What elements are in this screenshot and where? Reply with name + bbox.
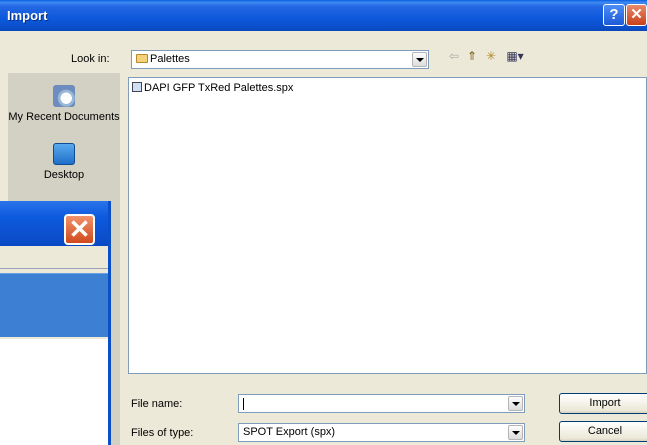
help-button[interactable]: ? xyxy=(603,4,625,26)
background-window-content xyxy=(0,339,108,445)
desktop-icon xyxy=(53,143,75,165)
chevron-down-icon[interactable] xyxy=(508,396,523,411)
place-recent-documents[interactable]: My Recent Documents xyxy=(8,85,120,124)
background-window: ✕ xyxy=(0,201,111,445)
views-menu-icon[interactable]: ▦▾ xyxy=(502,48,528,64)
file-name: DAPI GFP TxRed Palettes.spx xyxy=(144,82,294,94)
import-button[interactable]: Import xyxy=(559,393,647,414)
back-icon[interactable]: ⇦ xyxy=(446,48,462,64)
divider xyxy=(0,268,108,269)
file-name-label: File name: xyxy=(131,398,183,410)
chevron-down-icon[interactable] xyxy=(508,425,523,440)
cancel-button[interactable]: Cancel xyxy=(559,421,647,442)
title-bar[interactable]: Import ? ✕ xyxy=(0,0,647,31)
place-label: My Recent Documents xyxy=(8,111,120,123)
look-in-label: Look in: xyxy=(71,53,110,65)
files-of-type-label: Files of type: xyxy=(131,427,194,439)
close-button[interactable]: ✕ xyxy=(626,4,647,26)
text-cursor xyxy=(243,398,244,410)
background-window-close-button[interactable]: ✕ xyxy=(64,214,95,245)
look-in-value: Palettes xyxy=(136,53,190,65)
files-of-type-value: SPOT Export (spx) xyxy=(243,426,336,438)
place-desktop[interactable]: Desktop xyxy=(8,143,120,182)
background-window-panel xyxy=(0,273,108,337)
dialog-title: Import xyxy=(7,8,48,23)
up-folder-icon[interactable]: ⇑ xyxy=(464,48,480,64)
file-name-input[interactable] xyxy=(238,394,525,413)
files-of-type-dropdown[interactable]: SPOT Export (spx) xyxy=(238,423,525,442)
look-in-dropdown[interactable]: Palettes xyxy=(131,50,429,69)
file-list[interactable]: DAPI GFP TxRed Palettes.spx xyxy=(128,77,647,374)
palette-file-icon xyxy=(132,82,142,92)
place-label: Desktop xyxy=(43,169,85,181)
recent-documents-icon xyxy=(53,85,75,107)
file-item[interactable]: DAPI GFP TxRed Palettes.spx xyxy=(132,82,293,94)
chevron-down-icon[interactable] xyxy=(412,52,427,67)
folder-icon xyxy=(136,54,148,63)
new-folder-icon[interactable]: ✳ xyxy=(483,48,499,64)
